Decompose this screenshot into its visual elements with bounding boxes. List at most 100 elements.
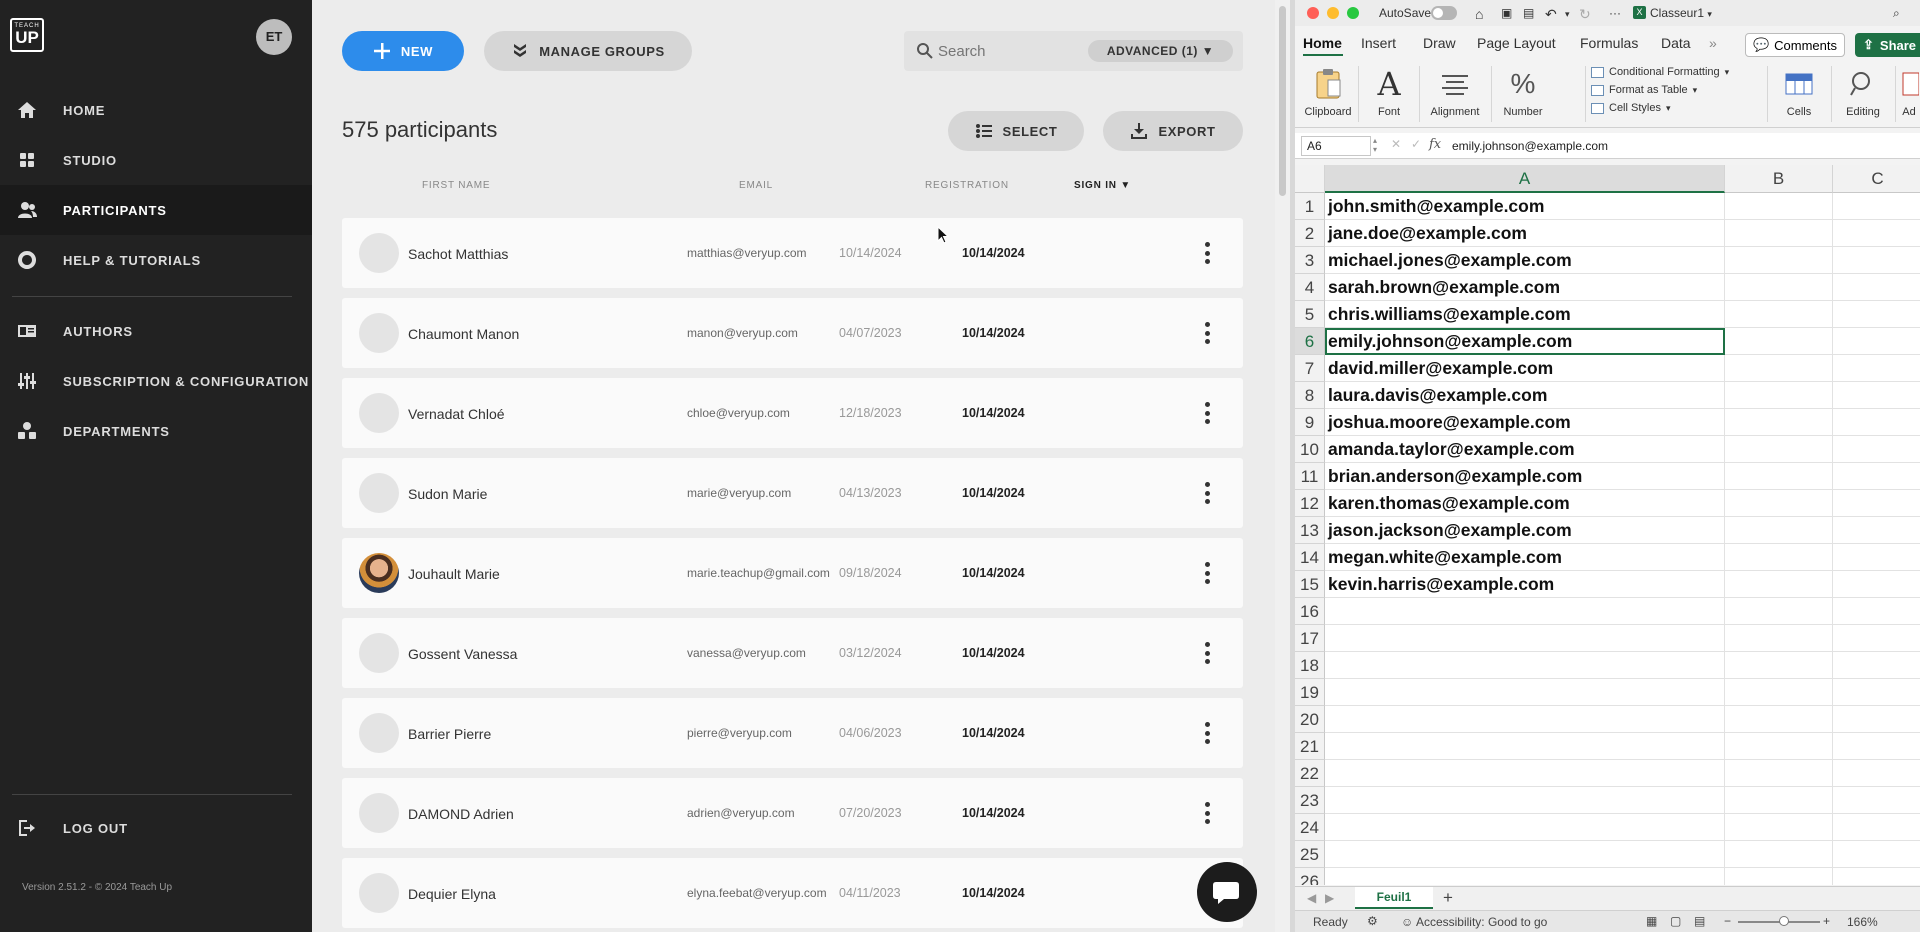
enter-icon[interactable]: ✓ <box>1411 137 1421 151</box>
cell-a[interactable] <box>1325 625 1725 652</box>
sidebar-item-home[interactable]: HOME <box>0 85 312 135</box>
sidebar-item-subscription[interactable]: SUBSCRIPTION & CONFIGURATION <box>0 356 312 406</box>
home-icon[interactable]: ⌂ <box>1475 6 1483 22</box>
alignment-button[interactable]: Alignment <box>1423 64 1487 118</box>
row-header[interactable]: 11 <box>1295 463 1325 490</box>
row-header[interactable]: 17 <box>1295 625 1325 652</box>
participant-name[interactable]: Sachot Matthias <box>408 246 508 262</box>
cell-b[interactable] <box>1725 355 1833 382</box>
cell-a[interactable]: jason.jackson@example.com <box>1325 517 1725 544</box>
row-header[interactable]: 26 <box>1295 868 1325 885</box>
table-row[interactable]: Vernadat Chloé chloe@veryup.com 12/18/2023… <box>342 378 1243 448</box>
manage-groups-button[interactable]: MANAGE GROUPS <box>484 31 692 71</box>
comments-button[interactable]: 💬 Comments <box>1745 33 1845 57</box>
column-header-registration[interactable]: REGISTRATION <box>925 180 1009 191</box>
row-header[interactable]: 21 <box>1295 733 1325 760</box>
cell-b[interactable] <box>1725 193 1833 220</box>
participant-name[interactable]: Vernadat Chloé <box>408 406 505 422</box>
cell-a[interactable] <box>1325 598 1725 625</box>
row-header[interactable]: 5 <box>1295 301 1325 328</box>
autosave-toggle[interactable] <box>1431 6 1457 20</box>
main-scrollbar[interactable] <box>1275 0 1290 932</box>
column-header-sign-in[interactable]: SIGN IN ▼ <box>1074 180 1131 191</box>
cell-b[interactable] <box>1725 733 1833 760</box>
sidebar-item-departments[interactable]: DEPARTMENTS <box>0 406 312 456</box>
cell-b[interactable] <box>1725 625 1833 652</box>
tab-insert[interactable]: Insert <box>1361 35 1396 51</box>
cell-a[interactable]: chris.williams@example.com <box>1325 301 1725 328</box>
tab-home[interactable]: Home <box>1303 35 1342 51</box>
avatar[interactable]: ET <box>256 19 292 55</box>
cell-b[interactable] <box>1725 598 1833 625</box>
table-row[interactable]: Barrier Pierre pierre@veryup.com 04/06/202… <box>342 698 1243 768</box>
cell-b[interactable] <box>1725 571 1833 598</box>
column-header-a[interactable]: A <box>1325 165 1725 193</box>
formula-input[interactable]: emily.johnson@example.com <box>1452 139 1608 153</box>
more-options-icon[interactable] <box>1204 722 1210 744</box>
cell-b[interactable] <box>1725 760 1833 787</box>
cell-a[interactable] <box>1325 868 1725 885</box>
cell-a[interactable] <box>1325 814 1725 841</box>
cell-a[interactable]: john.smith@example.com <box>1325 193 1725 220</box>
prev-sheet-icon[interactable]: ◀ <box>1307 891 1316 905</box>
row-header[interactable]: 14 <box>1295 544 1325 571</box>
addins-button[interactable]: Ad <box>1898 64 1920 118</box>
page-layout-view-icon[interactable]: ▢ <box>1670 914 1681 928</box>
fx-icon[interactable]: fx <box>1429 137 1441 152</box>
spreadsheet-grid[interactable]: A B C 1 john.smith@example.com 2 jane.doe@e… <box>1295 165 1920 885</box>
cell-a[interactable] <box>1325 652 1725 679</box>
cells-button[interactable]: Cells <box>1771 64 1827 118</box>
tab-draw[interactable]: Draw <box>1423 35 1456 51</box>
row-header[interactable]: 1 <box>1295 193 1325 220</box>
zoom-window-icon[interactable] <box>1347 7 1359 19</box>
row-header[interactable]: 19 <box>1295 679 1325 706</box>
cell-a[interactable]: michael.jones@example.com <box>1325 247 1725 274</box>
cell-a[interactable] <box>1325 706 1725 733</box>
row-header[interactable]: 8 <box>1295 382 1325 409</box>
cell-a[interactable] <box>1325 679 1725 706</box>
row-header[interactable]: 18 <box>1295 652 1325 679</box>
cell-b[interactable] <box>1725 706 1833 733</box>
cell-b[interactable] <box>1725 868 1833 885</box>
row-header[interactable]: 24 <box>1295 814 1325 841</box>
tab-page-layout[interactable]: Page Layout <box>1477 35 1556 51</box>
participant-name[interactable]: Jouhault Marie <box>408 566 500 582</box>
cell-a[interactable]: david.miller@example.com <box>1325 355 1725 382</box>
more-options-icon[interactable] <box>1204 802 1210 824</box>
cell-b[interactable] <box>1725 463 1833 490</box>
sidebar-item-help[interactable]: HELP & TUTORIALS <box>0 235 312 285</box>
row-header[interactable]: 7 <box>1295 355 1325 382</box>
zoom-in-icon[interactable]: + <box>1823 914 1830 928</box>
more-options-icon[interactable] <box>1204 562 1210 584</box>
search-input[interactable] <box>938 40 1088 62</box>
export-button[interactable]: EXPORT <box>1103 111 1243 151</box>
share-button[interactable]: ⇪ Share <box>1855 33 1920 57</box>
format-as-table-button[interactable]: Format as Table ▾ <box>1591 84 1697 96</box>
add-sheet-icon[interactable]: + <box>1443 888 1453 908</box>
page-break-view-icon[interactable]: ▤ <box>1694 914 1705 928</box>
conditional-formatting-button[interactable]: Conditional Formatting ▾ <box>1591 66 1729 78</box>
zoom-level[interactable]: 166% <box>1847 915 1878 929</box>
editing-button[interactable]: Editing <box>1835 64 1891 118</box>
row-header[interactable]: 16 <box>1295 598 1325 625</box>
more-options-icon[interactable] <box>1204 322 1210 344</box>
select-all-corner[interactable] <box>1295 165 1325 193</box>
column-header-email[interactable]: EMAIL <box>739 180 773 191</box>
participant-name[interactable]: Gossent Vanessa <box>408 646 517 662</box>
advanced-filter-button[interactable]: ADVANCED (1) ▼ <box>1088 40 1233 62</box>
table-row[interactable]: Dequier Elyna elyna.feebat@veryup.com 04/1… <box>342 858 1243 928</box>
cell-b[interactable] <box>1725 301 1833 328</box>
chat-button[interactable] <box>1197 862 1257 922</box>
row-header[interactable]: 23 <box>1295 787 1325 814</box>
cell-a[interactable]: amanda.taylor@example.com <box>1325 436 1725 463</box>
close-window-icon[interactable] <box>1307 7 1319 19</box>
more-options-icon[interactable] <box>1204 402 1210 424</box>
participant-name[interactable]: DAMOND Adrien <box>408 806 514 822</box>
name-box-stepper-icon[interactable]: ▴ ▾ <box>1373 136 1377 154</box>
row-header[interactable]: 25 <box>1295 841 1325 868</box>
sidebar-item-participants[interactable]: PARTICIPANTS <box>0 185 312 235</box>
name-box[interactable]: A6 <box>1301 136 1371 156</box>
minimize-window-icon[interactable] <box>1327 7 1339 19</box>
cancel-icon[interactable]: ✕ <box>1391 137 1401 151</box>
normal-view-icon[interactable]: ▦ <box>1646 914 1657 928</box>
